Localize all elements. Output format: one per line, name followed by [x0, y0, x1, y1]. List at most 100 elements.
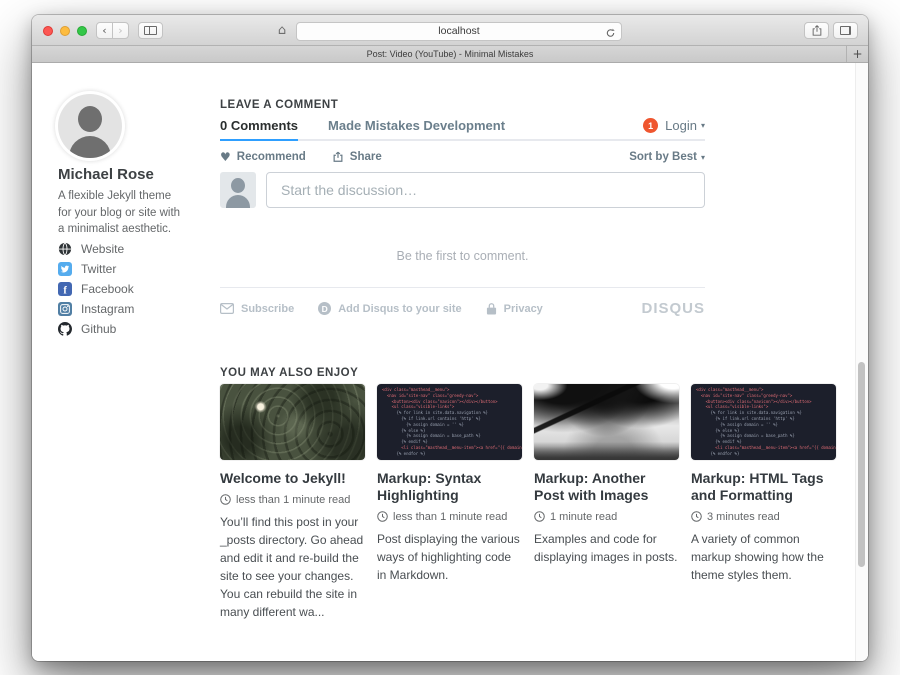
disqus-logo: DISQUS — [641, 300, 705, 317]
related-post-card: Markup: Another Post with Images 1 minut… — [534, 384, 679, 621]
sidebar-toggle-button[interactable] — [138, 22, 163, 39]
post-thumbnail-code-screenshot[interactable]: <div class="masthead__menu"> <nav id="si… — [691, 384, 836, 460]
post-thumbnail-foggy-trees-photo[interactable] — [534, 384, 679, 460]
sidebar-item-instagram[interactable]: Instagram — [58, 299, 134, 319]
disqus-tab-row: 0 Comments Made Mistakes Development 1 L… — [220, 118, 705, 141]
post-title-link[interactable]: Markup: HTML Tags and Formatting — [691, 470, 836, 504]
chevron-right-icon: › — [118, 25, 122, 36]
minimize-button[interactable] — [60, 26, 70, 36]
share-comments-button[interactable]: Share — [332, 151, 382, 163]
disqus-action-row: ♥ Recommend Share Sort by Best ▾ — [220, 150, 705, 164]
add-disqus-label: Add Disqus to your site — [338, 303, 461, 315]
commenter-avatar — [220, 172, 256, 208]
tab-bar: Post: Video (YouTube) - Minimal Mistakes… — [32, 46, 868, 63]
home-icon: ⌂ — [278, 24, 286, 37]
related-post-card: Welcome to Jekyll! less than 1 minute re… — [220, 384, 365, 621]
sidebar-item-twitter[interactable]: Twitter — [58, 259, 134, 279]
author-avatar — [58, 94, 122, 158]
clock-icon — [534, 511, 545, 522]
title-bar: ‹ › ⌂ localhost — [32, 15, 868, 46]
share-icon — [811, 24, 823, 37]
chevron-down-icon: ▾ — [701, 153, 705, 162]
community-tab[interactable]: Made Mistakes Development — [328, 118, 505, 133]
address-bar[interactable]: localhost — [296, 22, 622, 41]
author-links: Website Twitter f Facebook Instagram — [58, 239, 134, 339]
zoom-button[interactable] — [77, 26, 87, 36]
refresh-button[interactable] — [605, 26, 616, 44]
post-excerpt: Post displaying the various ways of high… — [377, 530, 522, 584]
refresh-icon — [605, 27, 616, 39]
new-tab-button[interactable]: + — [846, 46, 868, 62]
sidebar-item-website[interactable]: Website — [58, 239, 134, 259]
active-tab[interactable]: Post: Video (YouTube) - Minimal Mistakes — [367, 49, 534, 59]
related-post-card: <div class="masthead__menu"> <nav id="si… — [377, 384, 522, 621]
login-button[interactable]: Login — [665, 118, 697, 133]
sort-dropdown[interactable]: Sort by Best ▾ — [629, 151, 705, 163]
sort-label: Sort by Best — [629, 151, 697, 163]
notification-badge: 1 — [643, 118, 658, 133]
post-excerpt: You’ll find this post in your _posts dir… — [220, 513, 365, 621]
comment-count-tab[interactable]: 0 Comments — [220, 118, 298, 141]
clock-icon — [691, 511, 702, 522]
forward-button[interactable]: › — [112, 22, 129, 39]
recommend-label: Recommend — [237, 151, 306, 163]
read-time: 3 minutes read — [691, 511, 836, 523]
related-post-card: <div class="masthead__menu"> <nav id="si… — [691, 384, 836, 621]
browser-window: ‹ › ⌂ localhost Post: Video (YouTube) - … — [32, 15, 868, 661]
heart-icon: ♥ — [220, 150, 231, 164]
share-label: Share — [350, 151, 382, 163]
post-title-link[interactable]: Markup: Another Post with Images — [534, 470, 679, 504]
post-thumbnail-moss-photo[interactable] — [220, 384, 365, 460]
instagram-icon — [58, 302, 72, 316]
tab-overview-button[interactable] — [833, 22, 858, 39]
related-posts: Welcome to Jekyll! less than 1 minute re… — [220, 384, 836, 621]
subscribe-label: Subscribe — [241, 303, 294, 315]
post-excerpt: Examples and code for displaying images … — [534, 530, 679, 566]
author-bio: A flexible Jekyll theme for your blog or… — [58, 188, 184, 238]
sidebar-item-label: Github — [81, 322, 116, 336]
facebook-icon: f — [58, 282, 72, 296]
empty-comments-message: Be the first to comment. — [220, 249, 705, 263]
clock-icon — [220, 494, 231, 505]
disqus-d-icon: D — [318, 302, 331, 315]
sidebar-item-github[interactable]: Github — [58, 319, 134, 339]
back-button[interactable]: ‹ — [96, 22, 113, 39]
comment-composer — [220, 172, 705, 208]
envelope-icon — [220, 303, 234, 314]
post-title-link[interactable]: Markup: Syntax Highlighting — [377, 470, 522, 504]
scrollbar-thumb[interactable] — [858, 362, 865, 567]
page-content: Michael Rose A flexible Jekyll theme for… — [32, 63, 868, 661]
lock-icon — [486, 302, 497, 315]
divider — [220, 287, 705, 288]
chevron-down-icon: ▾ — [701, 121, 705, 130]
twitter-icon — [58, 262, 72, 276]
post-thumbnail-code-screenshot[interactable]: <div class="masthead__menu"> <nav id="si… — [377, 384, 522, 460]
privacy-label: Privacy — [504, 303, 543, 315]
share-button[interactable] — [804, 22, 829, 39]
close-button[interactable] — [43, 26, 53, 36]
home-button[interactable]: ⌂ — [272, 22, 292, 39]
post-excerpt: A variety of common markup showing how t… — [691, 530, 836, 584]
post-title-link[interactable]: Welcome to Jekyll! — [220, 470, 365, 487]
login-control[interactable]: 1 Login ▾ — [643, 118, 705, 133]
comment-input[interactable] — [266, 172, 705, 208]
sidebar-item-label: Facebook — [81, 282, 134, 296]
read-time: less than 1 minute read — [220, 494, 365, 506]
read-time-label: 3 minutes read — [707, 511, 780, 523]
read-time-label: less than 1 minute read — [236, 494, 350, 506]
sidebar-icon — [144, 26, 157, 35]
author-name: Michael Rose — [58, 166, 154, 183]
svg-text:f: f — [63, 285, 67, 296]
sidebar-item-label: Twitter — [81, 262, 116, 276]
read-time-label: 1 minute read — [550, 511, 617, 523]
disqus-footer: Subscribe D Add Disqus to your site Priv… — [220, 300, 705, 317]
privacy-link[interactable]: Privacy — [486, 302, 543, 315]
comments-heading: LEAVE A COMMENT — [220, 99, 338, 111]
sidebar-item-facebook[interactable]: f Facebook — [58, 279, 134, 299]
url-text: localhost — [438, 25, 479, 37]
recommend-button[interactable]: ♥ Recommend — [220, 150, 306, 164]
tabs-icon — [840, 26, 851, 35]
share-box-icon — [332, 151, 344, 163]
subscribe-link[interactable]: Subscribe — [220, 303, 294, 315]
add-disqus-link[interactable]: D Add Disqus to your site — [318, 302, 461, 315]
